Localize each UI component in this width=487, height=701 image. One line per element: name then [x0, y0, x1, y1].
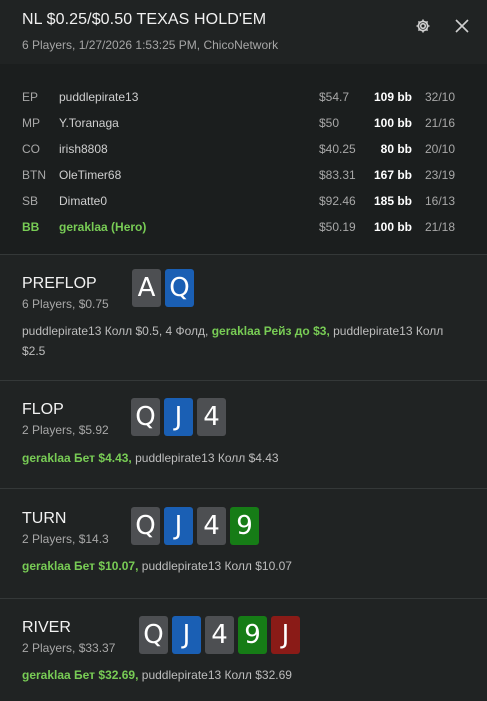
- player-position: BB: [22, 220, 40, 234]
- card: 9: [230, 507, 259, 545]
- hero-action: geraklaa Рейз до $3,: [211, 324, 330, 338]
- player-stack-bb: 167 bb: [373, 168, 412, 182]
- street-actions: geraklaa Бет $10.07, puddlepirate13 Колл…: [22, 556, 462, 576]
- card: 9: [238, 616, 267, 654]
- player-stack-bb: 100 bb: [373, 116, 412, 130]
- card: Q: [131, 398, 160, 436]
- close-button[interactable]: [450, 14, 474, 38]
- game-subtitle: 6 Players, 1/27/2026 1:53:25 PM, ChicoNe…: [22, 38, 279, 52]
- action-text: puddlepirate13 Колл $10.07: [138, 559, 292, 573]
- player-stack: $92.46: [319, 194, 356, 208]
- player-position: EP: [22, 90, 39, 104]
- street-actions: geraklaa Бет $32.69, puddlepirate13 Колл…: [22, 665, 462, 685]
- street-info: 2 Players, $5.92: [22, 423, 109, 437]
- gear-icon: [416, 19, 430, 33]
- hero-player-row: BB geraklaa (Hero) $50.19 100 bb 21/18: [0, 214, 487, 240]
- card: J: [164, 507, 193, 545]
- player-stats: 21/16: [425, 116, 456, 130]
- player-stats: 32/10: [425, 90, 456, 104]
- street-turn: TURN 2 Players, $14.3 Q J 4 9 geraklaa Б…: [0, 488, 487, 599]
- header: NL $0.25/$0.50 TEXAS HOLD'EM 6 Players, …: [0, 0, 487, 64]
- action-text: puddlepirate13 Колл $4.43: [131, 451, 279, 465]
- card: J: [172, 616, 201, 654]
- street-info: 2 Players, $33.37: [22, 641, 116, 655]
- hand-history-panel: NL $0.25/$0.50 TEXAS HOLD'EM 6 Players, …: [0, 0, 487, 682]
- player-position: MP: [22, 116, 40, 130]
- game-title: NL $0.25/$0.50 TEXAS HOLD'EM: [22, 11, 267, 28]
- hero-action: geraklaa Бет $32.69,: [22, 668, 139, 682]
- player-stack: $54.7: [319, 90, 350, 104]
- player-name: Dimatte0: [59, 194, 108, 208]
- close-icon: [455, 19, 469, 33]
- player-row: CO irish8808 $40.25 80 bb 20/10: [0, 136, 487, 162]
- street-actions: geraklaa Бет $4.43, puddlepirate13 Колл …: [22, 448, 462, 468]
- street-name: FLOP: [22, 401, 64, 418]
- player-stack-bb: 100 bb: [373, 220, 412, 234]
- card: J: [271, 616, 300, 654]
- player-row: SB Dimatte0 $92.46 185 bb 16/13: [0, 188, 487, 214]
- player-stats: 21/18: [425, 220, 456, 234]
- player-stack: $40.25: [319, 142, 356, 156]
- hero-action: geraklaa Бет $10.07,: [22, 559, 139, 573]
- player-position: SB: [22, 194, 39, 208]
- street-name: PREFLOP: [22, 275, 97, 292]
- hole-cards: A Q: [132, 269, 194, 307]
- street-name: RIVER: [22, 619, 71, 636]
- card: Q: [131, 507, 160, 545]
- player-name: irish8808: [59, 142, 108, 156]
- player-stack-bb: 80 bb: [380, 142, 412, 156]
- card: 4: [205, 616, 234, 654]
- player-name: Y.Toranaga: [59, 116, 119, 130]
- player-row: BTN OleTimer68 $83.31 167 bb 23/19: [0, 162, 487, 188]
- player-stats: 23/19: [425, 168, 456, 182]
- card: A: [132, 269, 161, 307]
- street-info: 6 Players, $0.75: [22, 297, 109, 311]
- player-position: CO: [22, 142, 40, 156]
- player-stats: 20/10: [425, 142, 456, 156]
- card: 4: [197, 398, 226, 436]
- player-position: BTN: [22, 168, 46, 182]
- street-flop: FLOP 2 Players, $5.92 Q J 4 geraklaa Бет…: [0, 380, 487, 489]
- players-table: EP puddlepirate13 $54.7 109 bb 32/10 MP …: [0, 64, 487, 255]
- card: J: [164, 398, 193, 436]
- board-cards: Q J 4 9: [131, 507, 259, 545]
- player-name: puddlepirate13: [59, 90, 139, 104]
- board-cards: Q J 4 9 J: [139, 616, 300, 654]
- street-actions: puddlepirate13 Колл $0.5, 4 Фолд, gerakl…: [22, 321, 462, 361]
- player-name: geraklaa (Hero): [59, 220, 147, 234]
- player-stack: $83.31: [319, 168, 356, 182]
- player-row: MP Y.Toranaga $50 100 bb 21/16: [0, 110, 487, 136]
- street-info: 2 Players, $14.3: [22, 532, 109, 546]
- hero-action: geraklaa Бет $4.43,: [22, 451, 132, 465]
- card: Q: [139, 616, 168, 654]
- action-text: puddlepirate13 Колл $32.69: [138, 668, 292, 682]
- settings-gear-icon[interactable]: [411, 14, 435, 38]
- action-text: puddlepirate13 Колл $0.5, 4 Фолд,: [22, 324, 212, 338]
- player-name: OleTimer68: [59, 168, 122, 182]
- player-stack-bb: 185 bb: [373, 194, 412, 208]
- street-preflop: PREFLOP 6 Players, $0.75 A Q puddlepirat…: [0, 254, 487, 381]
- street-name: TURN: [22, 510, 67, 527]
- player-stack-bb: 109 bb: [373, 90, 412, 104]
- card: Q: [165, 269, 194, 307]
- card: 4: [197, 507, 226, 545]
- player-stats: 16/13: [425, 194, 456, 208]
- player-stack: $50: [319, 116, 340, 130]
- board-cards: Q J 4: [131, 398, 226, 436]
- player-stack: $50.19: [319, 220, 356, 234]
- street-river: RIVER 2 Players, $33.37 Q J 4 9 J gerakl…: [0, 598, 487, 701]
- player-row: EP puddlepirate13 $54.7 109 bb 32/10: [0, 84, 487, 110]
